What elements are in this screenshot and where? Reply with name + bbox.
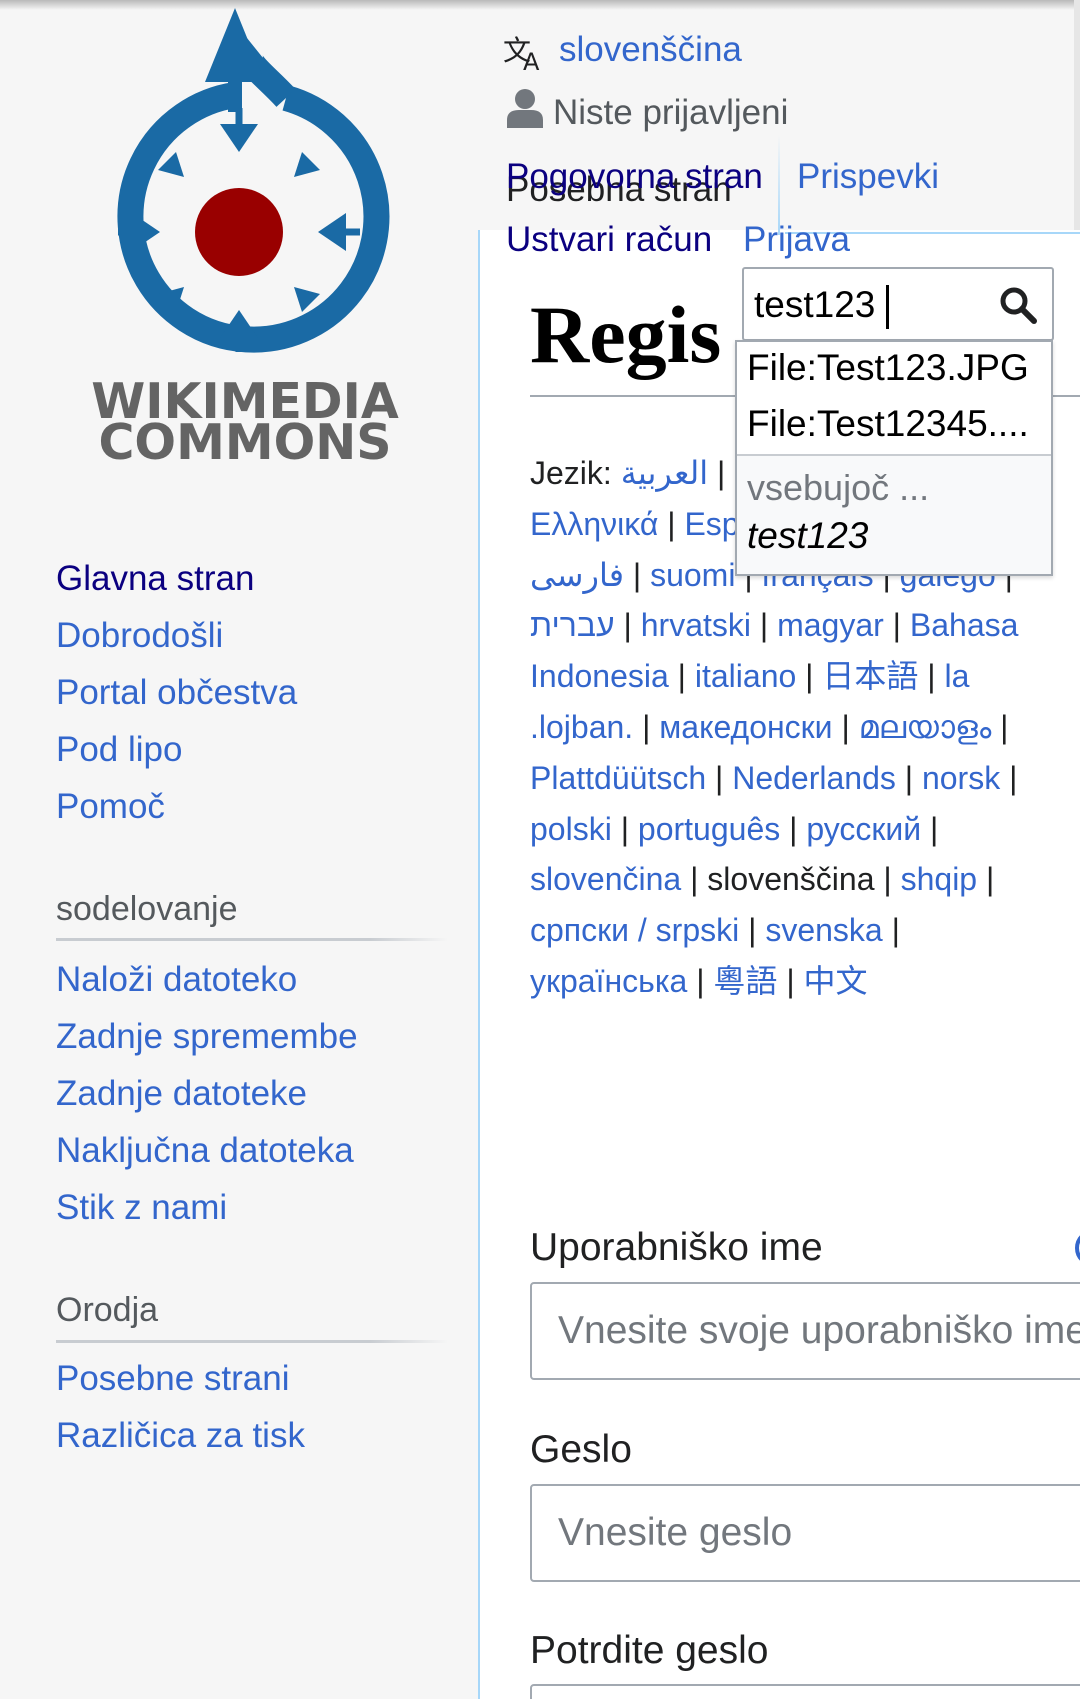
sidebar-item-recent-changes[interactable]: Zadnje spremembe — [56, 1017, 358, 1057]
search-containing-option[interactable]: vsebujoč ... test123 — [737, 454, 1051, 574]
language-link[interactable]: svenska — [765, 912, 882, 948]
language-separator: | — [708, 455, 735, 491]
language-link[interactable]: hrvatski — [641, 607, 751, 643]
language-separator: | — [668, 658, 695, 695]
sidebar-heading-tools: Orodja — [56, 1291, 159, 1329]
sidebar-item-main-page[interactable]: Glavna stran — [56, 559, 254, 599]
language-separator: | — [882, 912, 900, 949]
search-input[interactable]: test123 — [742, 267, 1054, 341]
language-link[interactable]: русский — [806, 811, 921, 847]
language-separator: | — [874, 861, 901, 898]
language-selector[interactable]: slovenščina — [559, 30, 742, 70]
containing-label: vsebujoč ... — [747, 467, 930, 508]
language-separator: | — [777, 962, 804, 999]
language-separator: | — [921, 810, 939, 847]
sidebar-item-special-pages[interactable]: Posebne strani — [56, 1359, 289, 1399]
language-separator: | — [739, 912, 766, 949]
password-input[interactable]: Vnesite geslo — [530, 1484, 1080, 1582]
language-prefix: Jezik: — [530, 455, 612, 491]
create-account-link[interactable]: Ustvari račun — [506, 220, 712, 260]
language-link[interactable]: മലയാളം — [859, 709, 992, 745]
language-link[interactable]: македонски — [659, 709, 832, 745]
language-link[interactable]: فارسی — [530, 557, 624, 593]
user-icon — [507, 89, 543, 128]
language-link[interactable]: српски / srpski — [530, 912, 739, 948]
sidebar-item-upload[interactable]: Naloži datoteko — [56, 960, 297, 1000]
username-input[interactable]: Vnesite svoje uporabniško ime — [530, 1282, 1080, 1380]
language-link[interactable]: Plattdüütsch — [530, 760, 706, 796]
language-separator: | — [883, 607, 910, 644]
language-separator: | — [832, 708, 859, 745]
language-link[interactable]: українська — [530, 963, 687, 999]
sidebar-heading-participate: sodelovanje — [56, 890, 238, 928]
language-separator: | — [623, 556, 651, 593]
sidebar-item-help[interactable]: Pomoč — [56, 787, 165, 827]
sidebar-divider — [56, 1340, 448, 1343]
language-separator: | — [796, 658, 823, 695]
search-input-value: test123 — [754, 284, 876, 325]
language-separator: | — [750, 607, 778, 644]
sidebar-item-recent-files[interactable]: Zadnje datoteke — [56, 1074, 307, 1114]
sidebar-item-contact[interactable]: Stik z nami — [56, 1188, 227, 1228]
language-link[interactable]: italiano — [695, 658, 796, 694]
language-separator: | — [918, 658, 945, 695]
language-link[interactable]: shqip — [901, 861, 978, 897]
page-title: Regis — [530, 289, 722, 380]
wikimedia-commons-logo[interactable]: WIKIMEDIA COMMONS — [60, 0, 430, 470]
language-current: slovenščina — [707, 861, 875, 898]
search-icon[interactable] — [998, 285, 1038, 325]
language-separator: | — [1000, 759, 1018, 796]
password-label: Geslo — [530, 1428, 632, 1471]
window-edge — [1074, 0, 1080, 250]
language-link[interactable]: العربية — [621, 455, 708, 491]
login-link[interactable]: Prijava — [743, 220, 850, 260]
sidebar-item-community-portal[interactable]: Portal občestva — [56, 673, 297, 713]
language-separator: | — [614, 607, 641, 644]
sidebar-item-printable-version[interactable]: Različica za tisk — [56, 1416, 305, 1456]
text-caret — [886, 285, 889, 329]
language-separator: | — [780, 810, 807, 847]
language-link[interactable]: português — [638, 811, 780, 847]
sidebar-item-welcome[interactable]: Dobrodošli — [56, 616, 223, 656]
language-link[interactable]: polski — [530, 811, 612, 847]
language-separator: | — [977, 861, 995, 898]
contributions-link[interactable]: Prispevki — [797, 157, 939, 197]
language-link[interactable]: עברית — [530, 607, 615, 643]
language-link[interactable]: Ελληνικά — [530, 506, 658, 542]
suggestion-item[interactable]: File:Test12345.... — [747, 402, 1047, 446]
sidebar-item-random-file[interactable]: Naključna datoteka — [56, 1131, 354, 1171]
language-link[interactable]: 日本語 — [822, 658, 918, 694]
language-link[interactable]: 粵語 — [713, 963, 777, 999]
svg-text:A: A — [523, 48, 540, 72]
language-link[interactable]: magyar — [777, 607, 884, 643]
username-label: Uporabniško ime — [530, 1226, 823, 1269]
language-separator: | — [611, 810, 638, 847]
language-separator: | — [633, 708, 660, 745]
suggestion-item[interactable]: File:Test123.JPG — [747, 346, 1047, 390]
search-suggestions: File:Test123.JPG File:Test12345.... vseb… — [735, 340, 1053, 576]
sidebar-item-village-pump[interactable]: Pod lipo — [56, 730, 182, 770]
language-link[interactable]: Nederlands — [732, 760, 896, 796]
confirm-password-label: Potrdite geslo — [530, 1629, 769, 1672]
language-link[interactable]: norsk — [922, 760, 1000, 796]
language-separator: | — [895, 759, 922, 796]
talk-link[interactable]: Pogovorna stran — [506, 157, 763, 197]
not-logged-in-text: Niste prijavljeni — [553, 93, 789, 132]
language-separator: | — [991, 708, 1009, 745]
sidebar-divider — [56, 938, 448, 941]
language-separator: | — [658, 505, 685, 542]
help-icon[interactable] — [1074, 1228, 1080, 1268]
logo-wordmark-line2: COMMONS — [98, 414, 391, 470]
language-separator: | — [687, 962, 714, 999]
containing-query: test123 — [747, 515, 869, 556]
language-separator: | — [681, 861, 708, 898]
language-separator: | — [706, 759, 733, 796]
language-link[interactable]: slovenčina — [530, 861, 681, 897]
language-link[interactable]: suomi — [650, 557, 735, 593]
translate-icon[interactable]: 文 A — [503, 30, 545, 72]
language-link[interactable]: 中文 — [804, 963, 868, 999]
confirm-password-input[interactable] — [530, 1684, 1080, 1699]
